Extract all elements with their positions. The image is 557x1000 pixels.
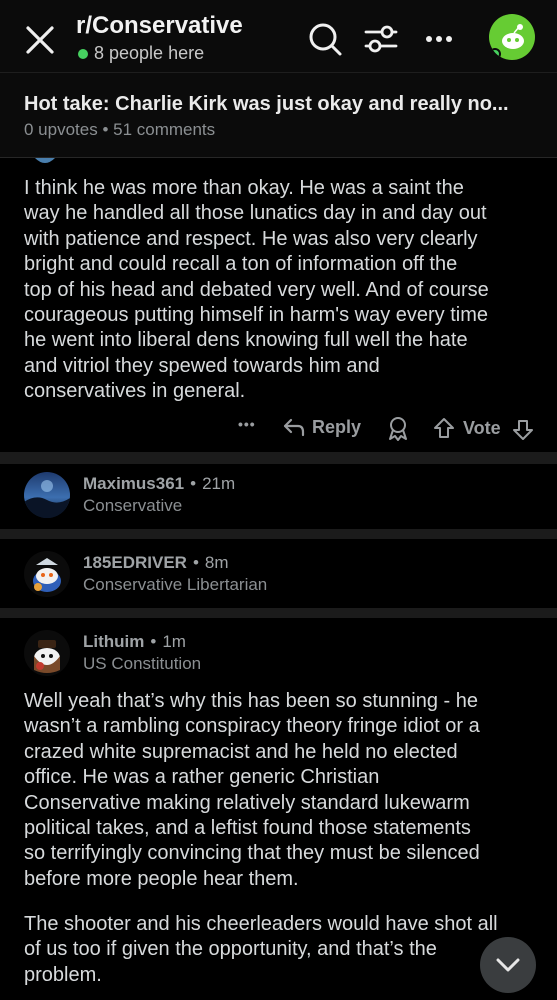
more-options-button[interactable]: ••• — [238, 416, 256, 432]
comment-body: Well yeah that’s why this has been so st… — [24, 689, 539, 892]
comment-author[interactable]: 185EDRIVER • 8m — [83, 553, 229, 573]
comment-line: and vitriol they spewed towards him and — [24, 354, 380, 377]
close-icon[interactable] — [20, 20, 60, 60]
comment-line: problem. — [24, 963, 102, 986]
comment-body: I think he was more than okay. He was a … — [24, 176, 539, 405]
user-flair: Conservative — [83, 496, 183, 515]
upvote-button[interactable]: Vote — [432, 416, 501, 440]
comment-line: he went into liberal dens knowing full w… — [24, 329, 468, 352]
username[interactable]: Lithuim — [83, 632, 144, 651]
comment-author[interactable]: Lithuim • 1m — [83, 632, 186, 652]
post-header[interactable]: Hot take: Charlie Kirk was just okay and… — [0, 72, 557, 158]
filter-icon[interactable] — [362, 20, 400, 58]
comment-line: Well yeah that’s why this has been so st… — [24, 690, 478, 712]
comment-line: bright and could recall a ton of informa… — [24, 253, 458, 276]
separator-dot: • — [190, 474, 197, 493]
comment-line: top of his head and debated very well. A… — [24, 278, 489, 301]
search-icon[interactable] — [306, 20, 344, 58]
user-flair: US Constitution — [83, 654, 202, 673]
comment-line: wasn’t a rambling conspiracy theory frin… — [24, 715, 480, 738]
vote-label: Vote — [463, 417, 501, 438]
comment-line: political takes, and a leftist found tho… — [24, 817, 471, 840]
comment-line: conservatives in general. — [24, 380, 246, 403]
comment-line: so terrifyingly convincing that they mus… — [24, 842, 480, 865]
chevron-down-icon — [496, 958, 520, 972]
separator — [0, 529, 557, 539]
subreddit-name[interactable]: r/Conservative — [76, 12, 243, 40]
comment-line: office. He was a rather generic Christia… — [24, 766, 380, 789]
reply-button[interactable]: Reply — [282, 416, 361, 438]
separator-dot: • — [192, 553, 199, 572]
top-bar: r/Conservative 8 people here — [0, 0, 557, 72]
online-count: 8 people here — [78, 43, 204, 64]
reply-label: Reply — [312, 416, 362, 437]
reply-icon — [283, 418, 305, 437]
award-icon[interactable] — [386, 416, 410, 442]
comment-age: 8m — [204, 553, 229, 572]
comment-line: Conservative making relatively standard … — [24, 791, 470, 814]
avatar — [24, 551, 70, 597]
comment-line: crazed white supremacist and he held no … — [24, 740, 458, 763]
post-title[interactable]: Hot take: Charlie Kirk was just okay and… — [24, 93, 534, 116]
comment-actions: ••• Reply Vote — [0, 414, 557, 444]
landscape-avatar-icon — [24, 480, 70, 518]
avatar-status-indicator — [489, 48, 501, 60]
comment-line: way he handled all those lunatics day in… — [24, 202, 487, 225]
more-icon[interactable] — [420, 20, 458, 58]
comment-line: The shooter and his cheerleaders would h… — [24, 913, 498, 935]
user-flair: Conservative Libertarian — [83, 575, 268, 594]
downvote-icon[interactable] — [511, 418, 535, 442]
online-count-label: 8 people here — [94, 43, 205, 63]
snoo-avatar-icon — [33, 558, 61, 592]
user-avatar[interactable] — [489, 14, 535, 60]
post-meta: 0 upvotes • 51 comments — [24, 120, 216, 139]
scroll-down-button[interactable] — [480, 937, 536, 993]
parent-avatar-edge-icon — [35, 158, 55, 163]
comment-line: courageous putting himself in harm's way… — [24, 304, 489, 327]
username[interactable]: 185EDRIVER — [83, 553, 187, 572]
comment-line: with patience and respect. He was also v… — [24, 227, 478, 250]
comment-line: I think he was more than okay. He was a … — [24, 177, 464, 199]
comment-age: 1m — [162, 632, 186, 651]
comment-line: of us too if given the opportunity, and … — [24, 938, 437, 961]
avatar[interactable] — [24, 630, 70, 676]
comment-line: before more people hear them. — [24, 867, 299, 890]
separator-dot: • — [150, 632, 157, 651]
username[interactable]: Maximus361 — [83, 474, 184, 493]
comment-age: 21m — [202, 474, 236, 493]
comment-body: The shooter and his cheerleaders would h… — [24, 912, 539, 988]
upvote-icon — [434, 418, 454, 438]
separator — [0, 608, 557, 618]
snoo-avatar-icon — [34, 640, 60, 673]
comment-author[interactable]: Maximus361 • 21m — [83, 474, 235, 494]
separator — [0, 452, 557, 464]
avatar — [24, 472, 70, 518]
online-indicator — [78, 48, 88, 59]
